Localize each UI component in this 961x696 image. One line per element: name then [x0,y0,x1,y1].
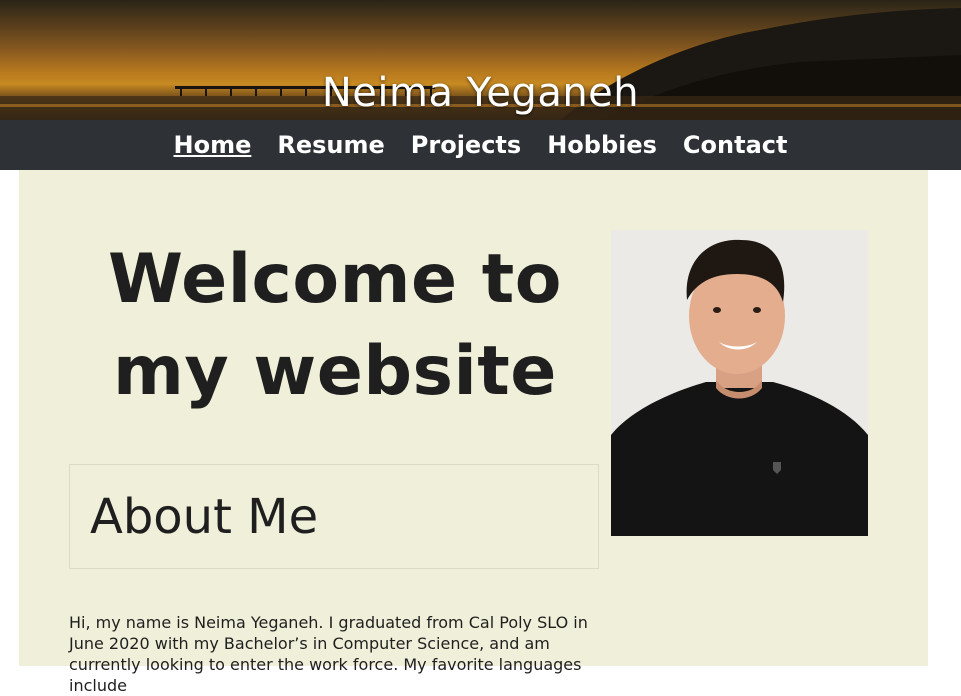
welcome-line-1: Welcome to [108,240,562,319]
nav-link-projects[interactable]: Projects [409,120,523,170]
welcome-heading: Welcome to my website [69,234,601,418]
profile-photo [611,230,868,536]
intro-paragraph: Hi, my name is Neima Yeganeh. I graduate… [69,613,588,695]
header-banner: Neima Yeganeh [0,0,961,120]
main-nav: Home Resume Projects Hobbies Contact [0,120,961,170]
about-me-heading: About Me [90,489,319,545]
welcome-line-2: my website [113,332,557,411]
nav-link-home[interactable]: Home [172,120,254,170]
about-me-section: About Me [69,464,599,569]
site-title: Neima Yeganeh [321,70,640,116]
nav-link-resume[interactable]: Resume [275,120,386,170]
portrait-illustration [611,230,868,536]
nav-link-contact[interactable]: Contact [681,120,790,170]
main-content: Welcome to my website About Me Hi, my na… [19,170,928,695]
nav-link-hobbies[interactable]: Hobbies [545,120,659,170]
